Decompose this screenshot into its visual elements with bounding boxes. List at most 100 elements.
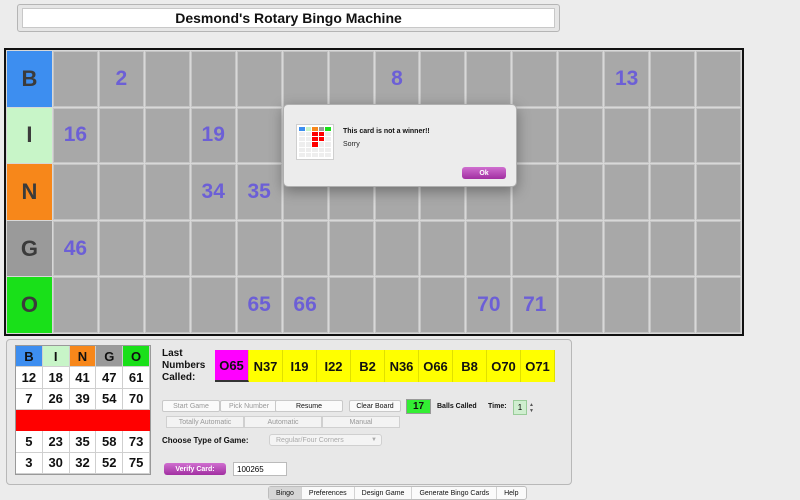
board-cell — [52, 277, 98, 333]
card-cell: 26 — [42, 388, 70, 410]
mini-card-cell — [305, 132, 312, 137]
board-cell: 2 — [98, 51, 144, 107]
tab-help[interactable]: Help — [497, 487, 525, 499]
board-cell: 8 — [374, 51, 420, 107]
card-cell — [123, 410, 150, 432]
board-cell — [696, 51, 741, 107]
board-cell — [604, 220, 650, 277]
card-header-o: O — [123, 346, 150, 368]
mini-card-cell — [325, 152, 331, 157]
mini-card-cell — [325, 142, 331, 147]
tab-design-game[interactable]: Design Game — [355, 487, 413, 499]
clear-board-button[interactable]: Clear Board — [349, 400, 401, 412]
board-cell — [420, 277, 466, 333]
board-cell — [558, 220, 604, 277]
card-cell — [16, 410, 43, 432]
board-cell — [98, 220, 144, 277]
called-ball: O70 — [487, 350, 521, 382]
verify-card-input[interactable]: 100265 — [233, 462, 287, 476]
mini-card-cell — [318, 127, 325, 132]
time-stepper[interactable]: ▲ ▼ — [528, 400, 535, 415]
board-cell: 71 — [512, 277, 558, 333]
board-cell — [696, 107, 741, 164]
card-cell: 7 — [16, 388, 43, 410]
board-cell: 35 — [236, 164, 282, 220]
board-cell — [420, 51, 466, 107]
card-cell: 58 — [96, 431, 124, 453]
board-cell: 46 — [52, 220, 98, 277]
board-cell — [236, 51, 282, 107]
mini-card-cell — [312, 127, 318, 132]
called-ball: N37 — [249, 350, 283, 382]
mode-option-2[interactable]: Manual — [322, 416, 400, 428]
dialog-message: Sorry — [343, 141, 360, 148]
board-cell — [512, 164, 558, 220]
tab-preferences[interactable]: Preferences — [302, 487, 355, 499]
board-cell — [650, 107, 696, 164]
game-type-select[interactable]: Regular/Four Corners ▼ — [269, 434, 382, 446]
board-cell — [190, 51, 236, 107]
card-cell: 47 — [96, 367, 124, 389]
board-cell — [696, 164, 741, 220]
bingo-card-icon — [296, 124, 334, 160]
mini-card-cell — [318, 142, 325, 147]
pick-number-button[interactable]: Pick Number — [220, 400, 278, 412]
stepper-down-icon[interactable]: ▼ — [529, 408, 534, 414]
tab-generate-bingo-cards[interactable]: Generate Bingo Cards — [412, 487, 498, 499]
card-cell: 12 — [16, 367, 43, 389]
card-cell: 3 — [16, 452, 43, 474]
board-cell — [512, 220, 558, 277]
card-cell — [96, 410, 124, 432]
mini-card-cell — [325, 132, 331, 137]
card-cell: 23 — [42, 431, 70, 453]
dialog-title: This card is not a winner!! — [343, 128, 430, 135]
card-cell: 54 — [96, 388, 124, 410]
card-cell: 52 — [96, 452, 124, 474]
resume-button[interactable]: Resume — [275, 400, 343, 412]
card-cell — [42, 410, 70, 432]
board-cell — [650, 164, 696, 220]
called-ball: I22 — [317, 350, 351, 382]
card-cell: 35 — [69, 431, 97, 453]
mini-card-cell — [299, 132, 305, 137]
tab-bar: Bingo Preferences Design Game Generate Bing… — [268, 486, 527, 500]
board-cell — [558, 164, 604, 220]
card-cell: 18 — [42, 367, 70, 389]
board-header-i: I — [7, 107, 52, 164]
board-header-n: N — [7, 164, 52, 220]
ok-button[interactable]: Ok — [462, 167, 506, 179]
mode-option-1[interactable]: Automatic — [244, 416, 322, 428]
board-cell — [558, 51, 604, 107]
mini-card-cell — [299, 137, 305, 142]
board-cell — [558, 107, 604, 164]
board-cell: 13 — [604, 51, 650, 107]
verify-card-button[interactable]: Verify Card: — [164, 463, 226, 475]
card-cell: 30 — [42, 452, 70, 474]
board-cell — [52, 164, 98, 220]
mode-option-0[interactable]: Totally Automatic — [166, 416, 244, 428]
board-cell — [328, 277, 374, 333]
mini-card-cell — [325, 137, 331, 142]
board-cell — [328, 51, 374, 107]
board-cell: 16 — [52, 107, 98, 164]
mini-card-cell — [312, 147, 318, 152]
board-cell — [236, 220, 282, 277]
balls-called-label: Balls Called — [437, 403, 477, 410]
time-field[interactable]: 1 — [513, 400, 527, 415]
tab-bingo[interactable]: Bingo — [269, 487, 302, 499]
board-cell — [282, 220, 328, 277]
card-header-i: I — [42, 346, 70, 368]
balls-called-count: 17 — [406, 399, 431, 414]
last-numbers-label: Last Numbers Called: — [162, 348, 206, 383]
mini-card-cell — [305, 152, 312, 157]
last-numbers-strip: O65 N37 I19 I22 B2 N36 O66 B8 O70 O71 — [215, 350, 555, 382]
called-ball: B2 — [351, 350, 385, 382]
bingo-card: B I N G O 12 18 41 47 61 7 26 39 54 70 5 23 35 58 73 3 30 32 52… — [15, 345, 151, 475]
start-game-button[interactable]: Start Game — [162, 400, 220, 412]
card-header-b: B — [16, 346, 43, 368]
board-cell — [190, 220, 236, 277]
mini-card-cell — [299, 142, 305, 147]
mini-card-cell — [312, 152, 318, 157]
board-cell: 34 — [190, 164, 236, 220]
board-cell — [696, 277, 741, 333]
